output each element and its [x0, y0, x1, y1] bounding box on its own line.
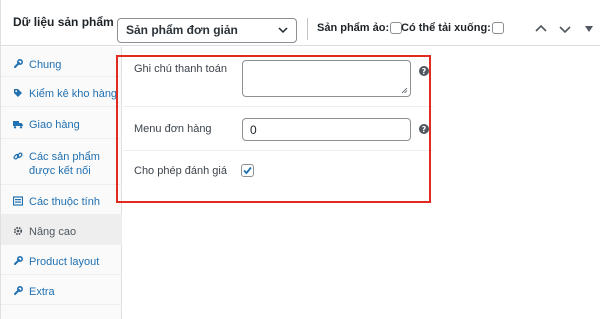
- tab-product-layout[interactable]: Product layout: [1, 245, 122, 275]
- highlight-box: [116, 55, 431, 203]
- chevron-down-icon: [278, 27, 288, 34]
- tab-extra[interactable]: Extra: [1, 275, 122, 305]
- tag-icon: [14, 89, 22, 97]
- tab-general[interactable]: Chung: [1, 47, 122, 77]
- tab-attributes[interactable]: Các thuộc tính: [1, 185, 122, 215]
- tab-label: Các sản phẩm được kết nối: [29, 151, 100, 177]
- virtual-option[interactable]: Sản phẩm ảo:: [317, 22, 403, 34]
- header-divider: [307, 18, 308, 40]
- tab-inventory[interactable]: Kiểm kê kho hàng: [1, 77, 122, 107]
- move-down-icon[interactable]: [557, 22, 573, 36]
- downloadable-checkbox[interactable]: [491, 22, 504, 34]
- panel-title: Dữ liệu sản phẩm —: [13, 15, 130, 29]
- product-type-select[interactable]: Sản phẩm đơn giản: [117, 18, 297, 43]
- tab-label: Product layout: [29, 256, 100, 268]
- link-icon: [13, 152, 23, 160]
- tab-label: Nâng cao: [29, 226, 77, 238]
- collapse-toggle-icon[interactable]: [581, 22, 597, 36]
- product-data-tabs: Chung Kiểm kê kho hàng Giao hàng Các sản…: [1, 47, 122, 319]
- wrench-icon: [14, 59, 23, 68]
- tab-label: Kiểm kê kho hàng: [29, 88, 118, 100]
- wrench-icon: [14, 286, 23, 295]
- move-up-icon[interactable]: [533, 22, 549, 36]
- product-data-panel: Dữ liệu sản phẩm — Sản phẩm đơn giản Sản…: [0, 0, 600, 319]
- gear-icon: [13, 226, 23, 236]
- tab-label: Các thuộc tính: [29, 196, 100, 208]
- product-type-value: Sản phẩm đơn giản: [126, 23, 238, 37]
- tab-linked-products[interactable]: Các sản phẩm được kết nối: [1, 139, 122, 185]
- list-icon: [13, 196, 23, 206]
- tab-label: Giao hàng: [29, 119, 80, 131]
- downloadable-option[interactable]: Có thể tải xuống:: [401, 22, 504, 34]
- virtual-label: Sản phẩm ảo:: [317, 22, 390, 34]
- tab-label: Chung: [29, 59, 62, 71]
- tab-label: Extra: [29, 286, 55, 298]
- panel-header: Dữ liệu sản phẩm — Sản phẩm đơn giản Sản…: [1, 0, 600, 46]
- truck-icon: [13, 121, 23, 129]
- tab-advanced[interactable]: Nâng cao: [1, 215, 122, 245]
- downloadable-label: Có thể tải xuống:: [401, 22, 491, 34]
- tab-shipping[interactable]: Giao hàng: [1, 107, 122, 139]
- wrench-icon: [14, 256, 23, 265]
